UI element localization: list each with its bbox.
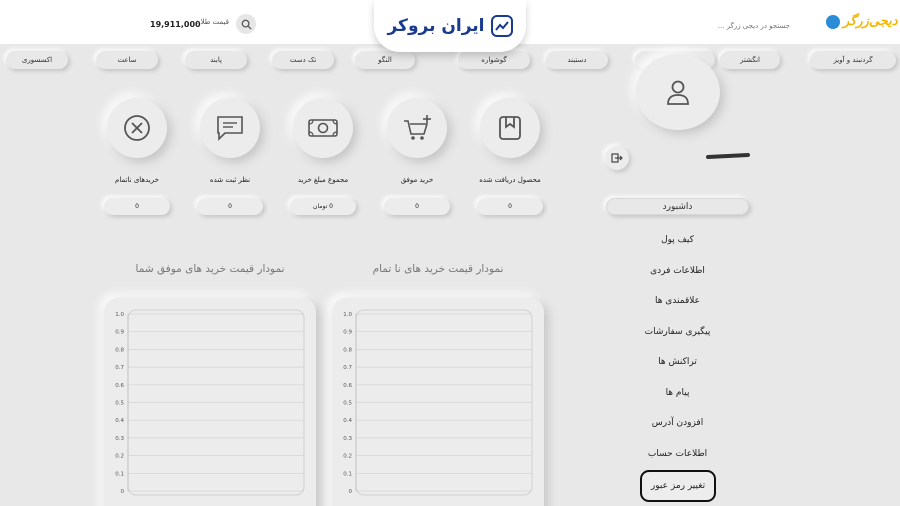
cart-plus-icon [404, 115, 431, 140]
stat-unfinished-value: 0 [104, 198, 170, 215]
brand-name: ایران بروکر [387, 16, 485, 36]
chart-unfinished: 1.0 0.9 0.8 0.7 0.6 0.5 0.4 0.3 0.2 0.1 0 [343, 309, 533, 496]
stat-total-icon-button[interactable] [293, 98, 353, 158]
sidebar-item-dashboard[interactable]: داشبورد [606, 198, 749, 215]
stat-received-icon-button[interactable] [480, 98, 540, 158]
chart-y-tick-label: 0.1 [343, 471, 352, 477]
category-anklet[interactable]: پابند [185, 51, 247, 69]
sidebar-item-personal-info[interactable]: اطلاعات فردی [606, 261, 749, 281]
chart-y-tick-label: 0.7 [343, 365, 352, 371]
chart-successful: 1.0 0.9 0.8 0.7 0.6 0.5 0.4 0.3 0.2 0.1 0 [115, 309, 305, 496]
stat-reviews-icon-button[interactable] [200, 98, 260, 158]
stat-received-value: 0 [477, 198, 543, 215]
chart-y-tick-label: 0.4 [115, 418, 124, 424]
search-icon [241, 19, 252, 30]
money-icon [308, 119, 338, 137]
chart-y-tick-label: 0.9 [115, 330, 124, 336]
sidebar-item-account-info[interactable]: اطلاعات حساب [606, 444, 749, 464]
category-watch[interactable]: ساعت [96, 51, 158, 69]
category-ring[interactable]: انگشتر [720, 51, 780, 69]
cancel-circle-icon [124, 115, 150, 141]
category-earring[interactable]: گوشواره [458, 51, 530, 69]
stat-total-label: مجموع مبلغ خرید [297, 176, 349, 184]
category-bracelet[interactable]: دستبند [546, 51, 608, 69]
logout-icon [611, 153, 623, 163]
chart-y-tick-label: 0.6 [115, 383, 124, 389]
sidebar-item-change-password[interactable]: تغییر رمز عبور [640, 470, 716, 502]
chart-y-tick-label: 1.0 [115, 312, 124, 318]
category-necklace[interactable]: گردنبند و آویز [810, 51, 896, 69]
chart-y-tick-label: 0.3 [115, 436, 124, 442]
chart-y-tick-label: 1.0 [343, 312, 352, 318]
chart-successful-card: 1.0 0.9 0.8 0.7 0.6 0.5 0.4 0.3 0.2 0.1 0 [104, 298, 316, 506]
chart-y-tick-label: 0.1 [115, 471, 124, 477]
chart-unfinished-card: 1.0 0.9 0.8 0.7 0.6 0.5 0.4 0.3 0.2 0.1 0 [332, 298, 544, 506]
chart-y-tick-label: 0.5 [343, 401, 352, 407]
chart-y-tick-label: 0.2 [343, 454, 352, 460]
chat-icon [217, 116, 243, 141]
search-input[interactable] [530, 18, 790, 34]
sidebar-item-transactions[interactable]: تراکنش ها [606, 352, 749, 372]
sidebar-item-add-address[interactable]: افزودن آدرس [606, 413, 749, 433]
stat-reviews-label: نظر ثبت شده [209, 176, 251, 184]
user-icon [667, 80, 689, 105]
logo-mark-icon [826, 14, 840, 29]
chart-y-tick-label: 0.4 [343, 418, 352, 424]
gold-price-value: 19,911,000 [150, 20, 201, 29]
bookmark-icon [499, 116, 521, 140]
site-logo[interactable]: دیجی‌زرگر [826, 14, 898, 29]
sidebar-item-messages[interactable]: پیام ها [606, 383, 749, 403]
stat-successful-icon-button[interactable] [387, 98, 447, 158]
trend-chart-icon [490, 15, 513, 37]
chart-y-tick-label: 0.8 [343, 347, 352, 353]
chart-y-tick-label: 0.9 [343, 330, 352, 336]
chart-y-tick-label: 0.7 [115, 365, 124, 371]
chart-y-tick-label: 0.2 [115, 454, 124, 460]
stat-received-label: محصول دریافت شده [479, 176, 541, 184]
chart-y-tick-label: 0.6 [343, 383, 352, 389]
category-bangle[interactable]: النگو [355, 51, 415, 69]
stat-successful-label: خرید موفق [400, 176, 434, 184]
stat-reviews-value: 0 [197, 198, 263, 215]
chart-y-tick-label: 0.8 [115, 347, 124, 353]
chart-y-tick-label: 0 [121, 489, 125, 495]
username-redacted [705, 152, 751, 160]
chart-y-tick-label: 0.3 [343, 436, 352, 442]
stat-unfinished-icon-button[interactable] [107, 98, 167, 158]
category-accessory[interactable]: اکسسوری [6, 51, 68, 69]
brand-badge[interactable]: ایران بروکر [374, 0, 526, 52]
site-logo-text: دیجی‌زرگر [843, 14, 898, 29]
stat-successful-value: 0 [384, 198, 450, 215]
logout-button[interactable] [605, 146, 629, 170]
sidebar-item-favorites[interactable]: علاقمندی ها [606, 291, 749, 311]
chart-y-tick-label: 0.5 [115, 401, 124, 407]
stat-total-value: 0 تومان [290, 198, 356, 215]
chart-successful-title: نمودار قیمت خرید های موفق شما [135, 263, 285, 275]
search-button[interactable] [236, 14, 256, 34]
category-single-bangle[interactable]: تک دست [272, 51, 334, 69]
avatar[interactable] [636, 54, 720, 130]
sidebar-item-wallet[interactable]: کیف پول [606, 230, 749, 250]
stat-unfinished-label: خریدهای ناتمام [115, 176, 159, 184]
chart-y-tick-label: 0 [349, 489, 353, 495]
sidebar-item-order-tracking[interactable]: پیگیری سفارشات [606, 322, 749, 342]
chart-unfinished-title: نمودار قیمت خرید های نا تمام [372, 263, 504, 275]
